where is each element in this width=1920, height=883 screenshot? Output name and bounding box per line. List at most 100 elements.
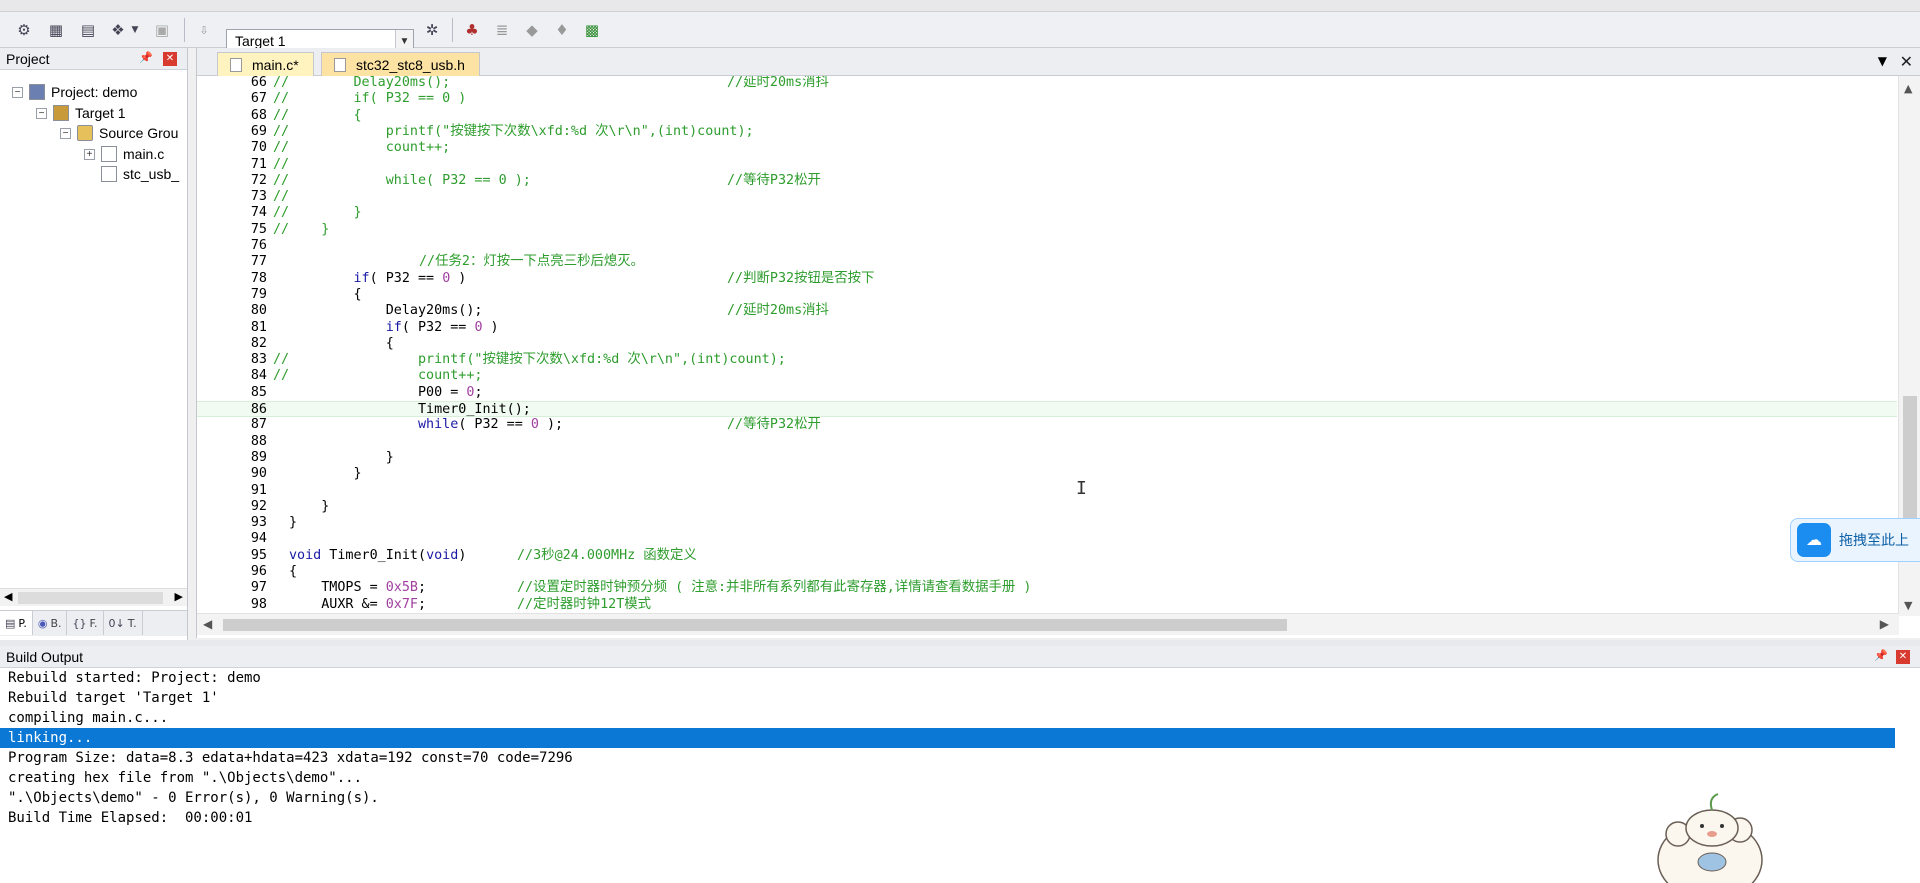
build-output-line[interactable]: Program Size: data=8.3 edata+hdata=423 x…	[0, 748, 1895, 768]
code-line[interactable]: 78 if( P32 == 0 ) //判断P32按钮是否按下	[197, 271, 1897, 287]
project-horizontal-scrollbar[interactable]: ◀ ▶	[0, 588, 187, 606]
code-line[interactable]: 72 // while( P32 == 0 ); //等待P32松开	[197, 173, 1897, 189]
code-line[interactable]: 90 }	[197, 466, 1897, 482]
scrollbar-thumb[interactable]	[223, 619, 1287, 631]
code-line[interactable]: 91	[197, 483, 1897, 499]
project-panel-tab[interactable]: ◉ B.	[33, 611, 68, 635]
stop-build-icon[interactable]: ▣	[150, 18, 174, 42]
batch-build-icon[interactable]: ❖	[106, 18, 130, 42]
tree-item[interactable]: − Target 1	[36, 102, 126, 124]
tree-item[interactable]: + main.c	[84, 143, 164, 165]
code-line[interactable]: 92 }	[197, 499, 1897, 515]
code-line[interactable]: 73 //	[197, 189, 1897, 205]
line-trailing-comment: //等待P32松开	[727, 417, 821, 433]
project-panel-tab[interactable]: {} F.	[67, 611, 104, 635]
code-line[interactable]: 87 while( P32 == 0 ); //等待P32松开	[197, 417, 1897, 433]
pin-icon[interactable]: 📌	[139, 51, 153, 64]
tree-item[interactable]: − Project: demo	[12, 81, 137, 103]
code-line[interactable]: 70 // count++;	[197, 140, 1897, 156]
line-code: }	[289, 221, 330, 237]
build-output-line[interactable]: ".\Objects\demo" - 0 Error(s), 0 Warning…	[0, 788, 1895, 808]
select-packs-icon[interactable]: ♦	[550, 18, 574, 42]
code-line[interactable]: 95 void Timer0_Init(void) //3秒@24.000MHz 函…	[197, 548, 1897, 564]
line-number: 80	[250, 303, 267, 319]
code-line[interactable]: 94	[197, 531, 1897, 547]
code-line[interactable]: 83 // printf("按键按下次数\xfd:%d 次\r\n",(int)c…	[197, 352, 1897, 368]
manage-runtime-icon[interactable]: ▩	[580, 18, 604, 42]
editor-horizontal-scrollbar[interactable]: ◀ ▶	[197, 613, 1899, 635]
file-extensions-icon[interactable]: ≣	[490, 18, 514, 42]
build-output-panel: Build Output 📌 ✕ Rebuild started: Projec…	[0, 646, 1920, 883]
manage-project-icon[interactable]: ♣	[460, 18, 484, 42]
code-line[interactable]: 97 TMOPS = 0x5B; //设置定时器时钟预分频 ( 注意:并非所有系列…	[197, 580, 1897, 596]
build-output-line[interactable]: compiling main.c...	[0, 708, 1895, 728]
code-line[interactable]: 82 {	[197, 336, 1897, 352]
close-icon[interactable]: ✕	[163, 52, 177, 66]
chevron-up-icon[interactable]: ▲	[1904, 82, 1912, 95]
code-line[interactable]: 84 // count++;	[197, 368, 1897, 384]
drag-upload-button[interactable]: ☁ 拖拽至此上	[1790, 518, 1920, 562]
code-line[interactable]: 69 // printf("按键按下次数\xfd:%d 次\r\n",(int)c…	[197, 124, 1897, 140]
build-output-text[interactable]: Rebuild started: Project: demo Rebuild ta…	[0, 668, 1895, 883]
build-output-line[interactable]: creating hex file from ".\Objects\demo".…	[0, 768, 1895, 788]
target-options-icon[interactable]: ✲	[420, 18, 444, 42]
code-line[interactable]: 96 {	[197, 564, 1897, 580]
line-number: 67	[250, 91, 267, 107]
code-line[interactable]: 77 //任务2：灯按一下点亮三秒后熄灭。	[197, 254, 1897, 270]
code-line[interactable]: 81 if( P32 == 0 )	[197, 320, 1897, 336]
chevron-right-icon[interactable]: ▶	[175, 590, 183, 603]
code-line[interactable]: 66 // Delay20ms(); //延时20ms消抖	[197, 76, 1897, 91]
code-line[interactable]: 79 {	[197, 287, 1897, 303]
code-line[interactable]: 71 //	[197, 157, 1897, 173]
tree-item[interactable]: stc_usb_	[84, 163, 179, 185]
line-trailing-comment: //延时20ms消抖	[727, 76, 829, 90]
project-panel-tab[interactable]: ▤ P.	[0, 611, 33, 635]
collapse-icon[interactable]: −	[36, 107, 47, 119]
build-output-line[interactable]: Rebuild started: Project: demo	[0, 668, 1895, 688]
close-icon[interactable]: ✕	[1896, 650, 1910, 664]
code-line[interactable]: 80 Delay20ms(); //延时20ms消抖	[197, 303, 1897, 319]
close-icon[interactable]: ✕	[1900, 52, 1913, 71]
tab-stc32-stc8-usb-h[interactable]: stc32_stc8_usb.h	[321, 52, 480, 76]
translate-icon[interactable]: ⚙	[12, 18, 36, 42]
chevron-down-icon[interactable]: ▼	[1904, 599, 1912, 612]
collapse-icon[interactable]: −	[12, 86, 23, 98]
line-code: printf("按键按下次数\xfd:%d 次\r\n",(int)count)…	[289, 123, 754, 139]
code-line[interactable]: 89 }	[197, 450, 1897, 466]
tree-item[interactable]: − Source Grou	[60, 122, 178, 144]
chevron-right-icon[interactable]: ▶	[1880, 617, 1889, 631]
code-line[interactable]: 98 AUXR &= 0x7F; //定时器时钟12T模式	[197, 597, 1897, 610]
line-trailing-comment: //延时20ms消抖	[727, 303, 829, 319]
build-output-line[interactable]: Rebuild target 'Target 1'	[0, 688, 1895, 708]
code-line[interactable]: 74 // }	[197, 205, 1897, 221]
chevron-down-icon[interactable]: ▼	[128, 18, 142, 42]
chevron-left-icon[interactable]: ◀	[4, 590, 12, 603]
tab-label: stc32_stc8_usb.h	[356, 57, 465, 73]
chevron-down-icon[interactable]: ▼	[1878, 54, 1887, 68]
code-line[interactable]: 88	[197, 434, 1897, 450]
chevron-left-icon[interactable]: ◀	[203, 617, 212, 631]
project-panel-tab[interactable]: 0↓ T.	[104, 611, 143, 635]
code-line[interactable]: 93}	[197, 515, 1897, 531]
code-line[interactable]: 86 Timer0_Init();	[197, 401, 1897, 418]
line-trailing-comment: //定时器时钟12T模式	[517, 596, 652, 610]
tab-main-c[interactable]: main.c*	[217, 52, 314, 76]
build-output-line[interactable]: linking...	[0, 728, 1895, 748]
pin-icon[interactable]: 📌	[1874, 649, 1888, 662]
pack-installer-icon[interactable]: ◆	[520, 18, 544, 42]
books-tab-icon: ◉	[37, 616, 48, 630]
code-area[interactable]: 66 // Delay20ms(); //延时20ms消抖 67 // if( P32 …	[197, 76, 1897, 610]
code-line[interactable]: 76	[197, 238, 1897, 254]
code-line[interactable]: 68 // {	[197, 108, 1897, 124]
build-icon[interactable]: ▦	[44, 18, 68, 42]
code-line[interactable]: 67 // if( P32 == 0 )	[197, 91, 1897, 107]
code-line[interactable]: 75 // }	[197, 222, 1897, 238]
code-line[interactable]: 85 P00 = 0;	[197, 385, 1897, 401]
scrollbar-thumb[interactable]	[18, 592, 163, 604]
rebuild-icon[interactable]: ▤	[76, 18, 100, 42]
expand-icon[interactable]: +	[84, 148, 95, 160]
collapse-icon[interactable]: −	[60, 127, 71, 139]
scrollbar-thumb[interactable]	[1903, 396, 1917, 530]
download-icon[interactable]: ⇩	[192, 18, 216, 42]
build-output-line[interactable]: Build Time Elapsed: 00:00:01	[0, 808, 1895, 828]
